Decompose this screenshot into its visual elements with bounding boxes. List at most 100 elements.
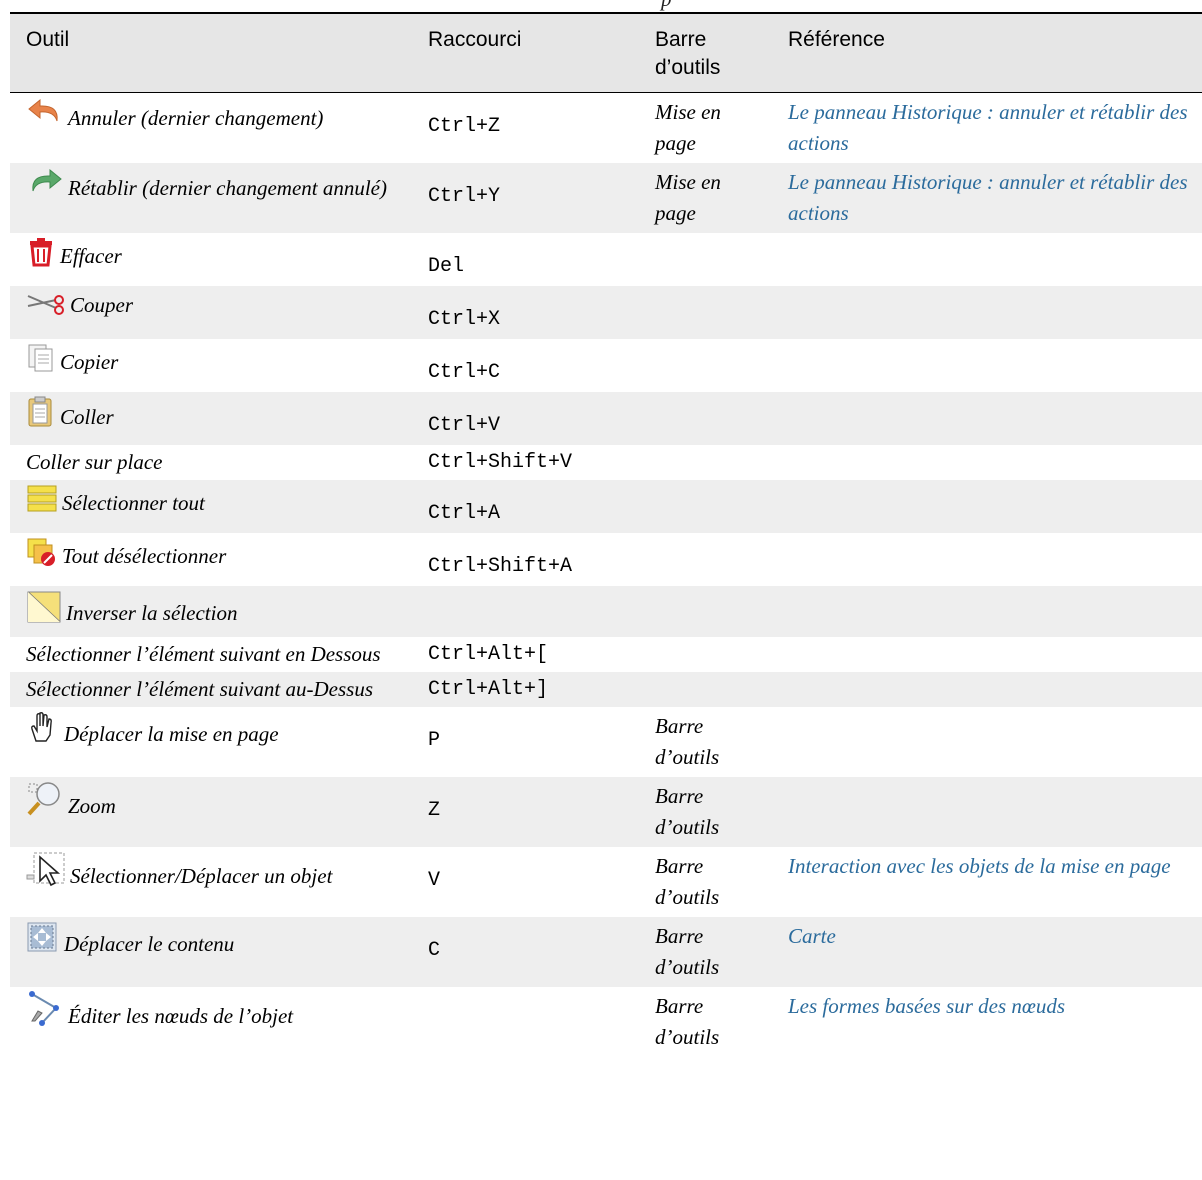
table-row: Effacer Del <box>10 233 1202 286</box>
tool-name: Déplacer le contenu <box>64 932 235 956</box>
shortcut-cell: Ctrl+Y <box>428 185 501 208</box>
table-row: Coller Ctrl+V <box>10 392 1202 445</box>
toolbar-cell <box>639 445 772 480</box>
toolbar-cell <box>639 286 772 339</box>
toolbar-cell: Barre d’outils <box>655 714 720 769</box>
tool-cell: Sélectionner tout <box>10 480 412 533</box>
tool-cell: Zoom <box>10 777 412 847</box>
tool-name: Couper <box>70 293 133 317</box>
trash-icon <box>26 237 56 276</box>
tool-cell: Sélectionner l’élément suivant au-Dessus <box>10 672 412 707</box>
toolbar-cell <box>639 672 772 707</box>
shortcut-cell: Z <box>428 799 441 822</box>
shortcuts-table: Outil Raccourci Barre d’outils Référence… <box>10 12 1202 1057</box>
table-row: Tout désélectionner Ctrl+Shift+A <box>10 533 1202 586</box>
scissors-icon <box>26 292 66 325</box>
tool-name: Tout désélectionner <box>62 544 227 568</box>
tool-name: Sélectionner l’élément suivant au-Dessus <box>26 677 373 701</box>
toolbar-cell <box>639 233 772 286</box>
page-caption: p <box>661 0 672 12</box>
shortcut-cell: Ctrl+Shift+A <box>428 555 573 578</box>
table-row: Déplacer le contenu C Barre d’outils Carte <box>10 917 1202 987</box>
reference-cell <box>772 586 1202 637</box>
tool-cell: Éditer les nœuds de l’objet <box>10 987 412 1057</box>
reference-cell: Le panneau Historique : annuler et rétab… <box>772 163 1202 233</box>
reference-link[interactable]: Interaction avec les objets de la mise e… <box>788 854 1171 878</box>
reference-link[interactable]: Le panneau Historique : annuler et rétab… <box>788 170 1188 225</box>
shortcut-cell: Ctrl+V <box>428 414 501 437</box>
shortcut-cell: Ctrl+Alt+[ <box>428 643 549 666</box>
header-shortcut: Raccourci <box>428 28 522 51</box>
tool-name: Copier <box>60 350 119 374</box>
shortcut-cell <box>412 586 639 637</box>
tool-name: Coller sur place <box>26 450 163 474</box>
reference-cell <box>772 707 1202 777</box>
table-row: Couper Ctrl+X <box>10 286 1202 339</box>
tool-cell: Coller <box>10 392 412 445</box>
reference-link[interactable]: Carte <box>788 924 836 948</box>
reference-cell <box>772 672 1202 707</box>
reference-cell: Interaction avec les objets de la mise e… <box>772 847 1202 917</box>
tool-cell: Couper <box>10 286 412 339</box>
toolbar-cell: Mise en page <box>655 100 721 155</box>
shortcut-cell: Ctrl+X <box>428 308 501 331</box>
reference-link[interactable]: Le panneau Historique : annuler et rétab… <box>788 100 1188 155</box>
reference-cell <box>772 480 1202 533</box>
select-move-icon <box>26 851 66 896</box>
table-row: Copier Ctrl+C <box>10 339 1202 392</box>
toolbar-cell: Barre d’outils <box>655 924 720 979</box>
toolbar-cell <box>639 586 772 637</box>
shortcut-cell <box>412 987 639 1057</box>
table-row: Rétablir (dernier changement annulé) Ctrl… <box>10 163 1202 233</box>
tool-cell: Sélectionner/Déplacer un objet <box>10 847 412 917</box>
redo-icon <box>26 167 64 208</box>
tool-name: Inverser la sélection <box>66 601 238 625</box>
edit-nodes-icon <box>26 991 64 1036</box>
tool-cell: Sélectionner l’élément suivant en Dessou… <box>10 637 412 672</box>
table-row: Déplacer la mise en page P Barre d’outils <box>10 707 1202 777</box>
tool-cell: Inverser la sélection <box>10 586 412 637</box>
page-caption-strip: p <box>0 0 1202 12</box>
table-row: Sélectionner/Déplacer un objet V Barre d’o… <box>10 847 1202 917</box>
table-row: Éditer les nœuds de l’objet Barre d’outil… <box>10 987 1202 1057</box>
reference-cell <box>772 533 1202 586</box>
toolbar-cell <box>639 392 772 445</box>
reference-cell <box>772 777 1202 847</box>
tool-cell: Annuler (dernier changement) <box>10 93 412 164</box>
pan-hand-icon <box>26 711 60 754</box>
tool-name: Sélectionner l’élément suivant en Dessou… <box>26 642 381 666</box>
zoom-icon <box>26 781 64 826</box>
tool-cell: Tout désélectionner <box>10 533 412 586</box>
tool-name: Éditer les nœuds de l’objet <box>68 1004 294 1028</box>
tool-cell: Coller sur place <box>10 445 412 480</box>
tool-name: Coller <box>60 405 114 429</box>
table-row: Zoom Z Barre d’outils <box>10 777 1202 847</box>
toolbar-cell: Mise en page <box>655 170 721 225</box>
reference-link[interactable]: Les formes basées sur des nœuds <box>788 994 1065 1018</box>
reference-cell: Carte <box>772 917 1202 987</box>
copy-icon <box>26 343 56 382</box>
reference-cell: Le panneau Historique : annuler et rétab… <box>772 93 1202 164</box>
toolbar-cell <box>639 480 772 533</box>
toolbar-cell: Barre d’outils <box>655 994 720 1049</box>
shortcut-cell: Ctrl+Alt+] <box>428 678 549 701</box>
table-row: Annuler (dernier changement) Ctrl+Z Mise e… <box>10 93 1202 164</box>
reference-cell <box>772 445 1202 480</box>
table-row: Coller sur place Ctrl+Shift+V <box>10 445 1202 480</box>
reference-cell <box>772 392 1202 445</box>
select-all-icon <box>26 484 58 523</box>
table-row: Sélectionner l’élément suivant au-Dessus… <box>10 672 1202 707</box>
table-header-row: Outil Raccourci Barre d’outils Référence <box>10 13 1202 93</box>
tool-name: Annuler (dernier changement) <box>68 106 324 130</box>
shortcut-cell: V <box>428 869 441 892</box>
toolbar-cell <box>639 637 772 672</box>
header-tool: Outil <box>26 28 70 51</box>
shortcut-cell: Ctrl+Z <box>428 115 501 138</box>
header-toolbar: Barre d’outils <box>655 28 721 79</box>
tool-cell: Déplacer le contenu <box>10 917 412 987</box>
reference-cell <box>772 286 1202 339</box>
tool-name: Sélectionner/Déplacer un objet <box>70 864 333 888</box>
tool-name: Déplacer la mise en page <box>64 722 279 746</box>
shortcut-cell: Del <box>428 255 465 278</box>
table-row: Sélectionner tout Ctrl+A <box>10 480 1202 533</box>
